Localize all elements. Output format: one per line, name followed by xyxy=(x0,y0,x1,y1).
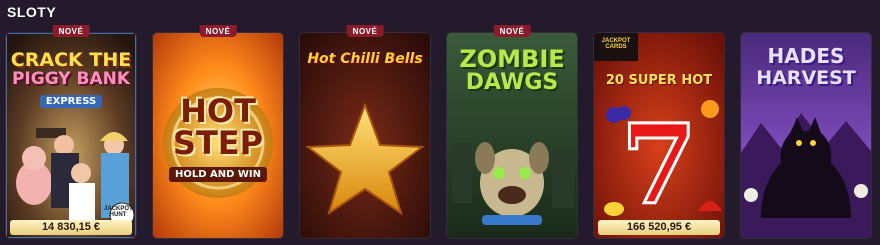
game-title: HADES HARVEST xyxy=(756,44,856,89)
games-row: CRACK THE PIGGY BANK EXPRESS JACKPOT HUN… xyxy=(6,25,876,239)
game-title: HOT STEP HOLD AND WIN xyxy=(153,95,283,182)
game-tile-hot-step[interactable]: HOT STEP HOLD AND WIN xyxy=(153,33,283,238)
game-tile-hades-harvest[interactable]: HADES HARVEST xyxy=(741,33,871,238)
game-tile-hot-chilli-bells[interactable]: Hot Chilli Bells xyxy=(300,33,430,238)
svg-text:7: 7 xyxy=(621,100,698,229)
game-tile-crack-the-piggy-bank[interactable]: CRACK THE PIGGY BANK EXPRESS JACKPOT HUN… xyxy=(6,33,136,238)
section-title: SLOTY xyxy=(7,4,57,20)
new-badge: NOVÉ xyxy=(346,25,384,37)
game-tile-zombie-dawgs[interactable]: ZOMBIE DAWGS xyxy=(447,33,577,238)
game-artwork: 7 xyxy=(594,33,724,238)
game-title: Hot Chilli Bells xyxy=(307,51,423,67)
jackpot-hunt-logo: JACKPOT HUNT xyxy=(104,206,133,218)
new-badge: NOVÉ xyxy=(199,25,237,37)
jackpot-cards-logo: JACKPOT CARDS xyxy=(601,38,631,50)
game-tile-20-super-hot[interactable]: 7 JACKPOT CARDS 20 SUPER HOT 166 520,95 … xyxy=(594,33,724,238)
game-title: 20 SUPER HOT xyxy=(605,73,713,88)
game-title: ZOMBIE DAWGS xyxy=(459,45,565,95)
new-badge: NOVÉ xyxy=(52,25,90,37)
jackpot-amount: 166 520,95 € xyxy=(598,220,720,235)
game-title: CRACK THE PIGGY BANK EXPRESS xyxy=(10,49,132,108)
new-badge: NOVÉ xyxy=(493,25,531,37)
jackpot-amount: 14 830,15 € xyxy=(10,220,132,235)
